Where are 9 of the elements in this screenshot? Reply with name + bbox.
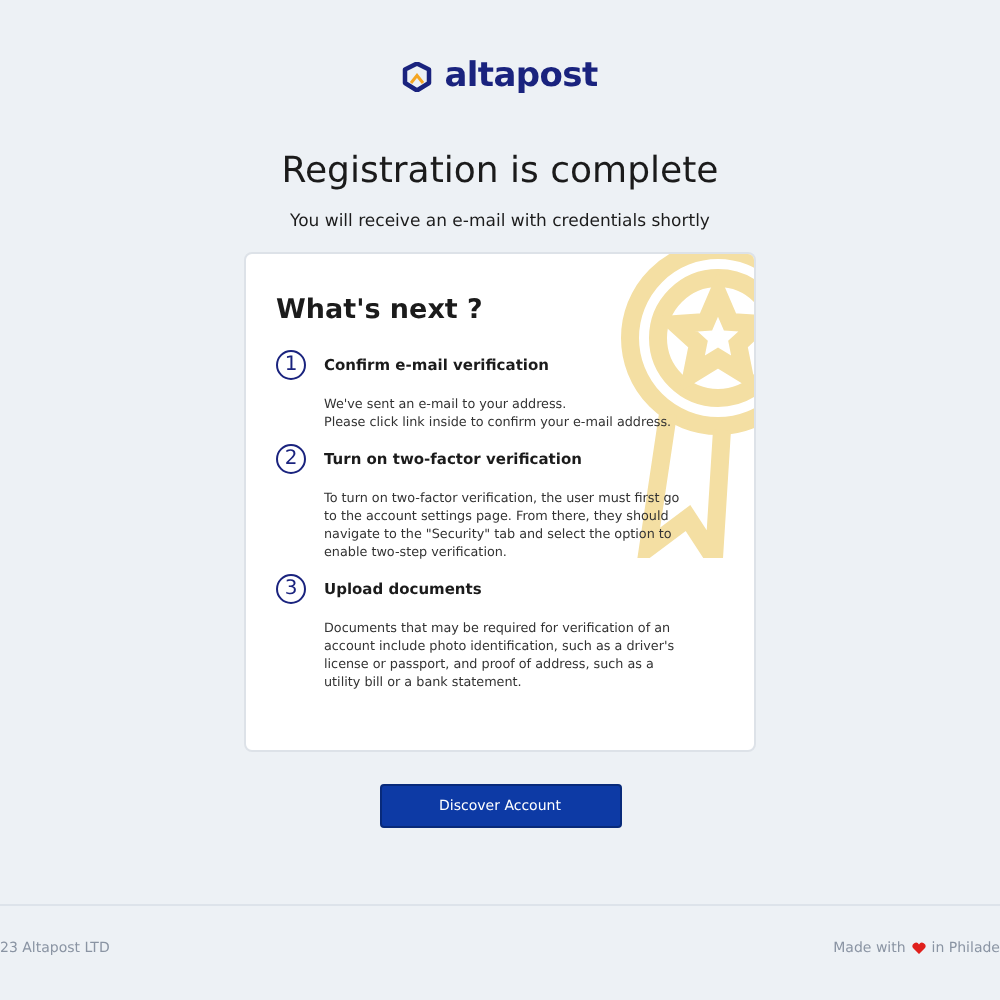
step-number: 3 [276,574,306,604]
step-number: 2 [276,444,306,474]
card-heading: What's next ? [276,294,485,326]
logo-icon [402,61,433,91]
subtitle: You will receive an e-mail with credentials shortly [290,212,710,232]
page-title: Registration is complete [281,150,719,192]
step-number: 1 [276,350,306,380]
heart-icon [911,942,926,954]
brand-name: altapost [444,56,598,96]
